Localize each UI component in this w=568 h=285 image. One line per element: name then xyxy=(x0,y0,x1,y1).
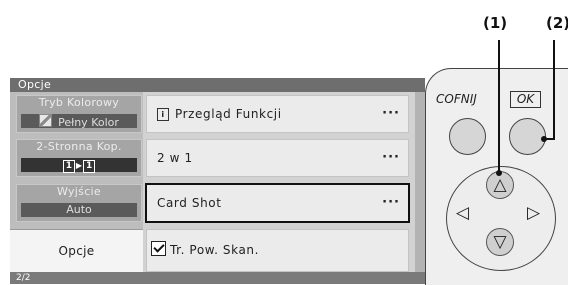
more-icon: ··· xyxy=(382,195,400,210)
back-button[interactable] xyxy=(449,118,486,155)
back-label: COFNIJ xyxy=(436,92,477,106)
duplex-caption: 2-Stronna Kop. xyxy=(36,140,122,153)
callout-1-leader-line xyxy=(498,40,500,173)
left-arrow-button[interactable]: ◁ xyxy=(456,205,469,222)
callout-2-leader-line xyxy=(553,40,555,140)
more-icon: ··· xyxy=(382,150,400,165)
left-column: Tryb Kolorowy Pełny Kolor 2-Stronna Kop.… xyxy=(10,92,143,272)
card-shot-label: Card Shot xyxy=(157,196,222,210)
ok-label: OK xyxy=(510,91,541,108)
erase-item[interactable]: Tr. Pow. Skan. xyxy=(146,229,409,272)
panel-title: Opcje xyxy=(10,78,425,92)
scrollbar[interactable] xyxy=(415,92,425,272)
duplex-copy-button[interactable]: 2-Stronna Kop. 1 ▶ 1 xyxy=(16,139,142,177)
function-list: i Przegląd Funkcji ··· 2 w 1 ··· Card Sho… xyxy=(143,92,425,272)
color-mode-button[interactable]: Tryb Kolorowy Pełny Kolor xyxy=(16,95,142,133)
output-caption: Wyjście xyxy=(57,185,101,198)
erase-label: Tr. Pow. Skan. xyxy=(170,243,260,257)
output-button[interactable]: Wyjście Auto xyxy=(16,184,142,222)
function-overview-label: Przegląd Funkcji xyxy=(175,107,282,121)
function-overview-item[interactable]: i Przegląd Funkcji ··· xyxy=(146,95,409,133)
pencil-icon xyxy=(39,114,53,127)
info-icon: i xyxy=(157,108,169,121)
page-indicator: 2/2 xyxy=(10,272,425,284)
options-panel: Opcje Tryb Kolorowy Pełny Kolor 2-Stronn… xyxy=(10,78,425,284)
card-shot-item[interactable]: Card Shot ··· xyxy=(145,183,410,223)
callout-2-marker xyxy=(541,136,547,142)
color-mode-caption: Tryb Kolorowy xyxy=(38,96,120,109)
two-in-one-item[interactable]: 2 w 1 ··· xyxy=(146,139,409,177)
output-value: Auto xyxy=(21,203,137,217)
checkbox-checked-icon[interactable] xyxy=(151,241,166,256)
color-mode-value-box: Pełny Kolor xyxy=(21,114,137,129)
duplex-value-box: 1 ▶ 1 xyxy=(21,158,137,173)
right-arrow-button[interactable]: ▷ xyxy=(527,205,540,222)
callout-2: (2) xyxy=(546,14,568,32)
down-arrow-button[interactable]: ▽ xyxy=(486,228,514,256)
callout-1-marker xyxy=(496,170,502,176)
more-icon: ··· xyxy=(382,106,400,121)
options-tab[interactable]: Opcje xyxy=(10,229,143,272)
callout-1: (1) xyxy=(483,14,508,32)
color-mode-value: Pełny Kolor xyxy=(58,116,119,129)
two-in-one-label: 2 w 1 xyxy=(157,151,193,165)
duplex-mode-icon: 1 ▶ 1 xyxy=(62,160,96,173)
